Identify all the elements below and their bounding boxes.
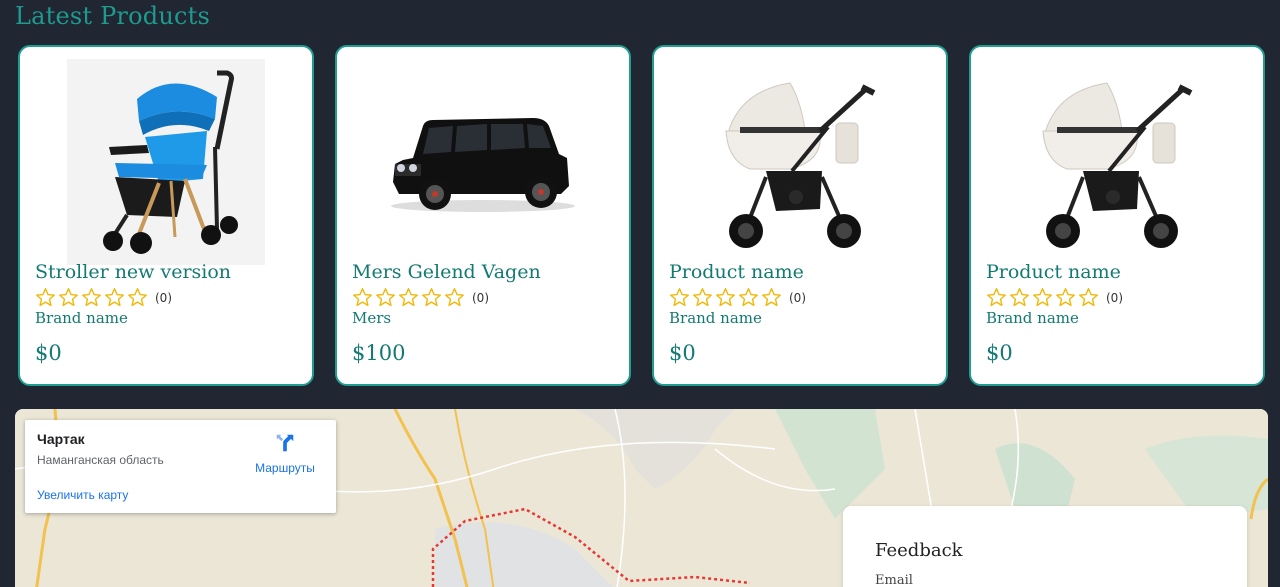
product-list: Stroller new version (0) Brand name $0 M… [18,45,1266,386]
product-price: $0 [986,341,1013,365]
star-icon [987,288,1006,307]
star-icon [1079,288,1098,307]
star-icon [376,288,395,307]
star-icon [105,288,124,307]
product-brand: Mers [352,309,392,327]
star-icon [1010,288,1029,307]
product-rating: (0) [669,287,806,308]
star-icon [445,288,464,307]
rating-count: (0) [155,290,172,305]
product-brand: Brand name [669,309,762,327]
star-icon [353,288,372,307]
directions-icon [276,434,294,452]
product-name[interactable]: Stroller new version [35,261,231,283]
pram-white-image [654,59,946,265]
product-brand: Brand name [35,309,128,327]
star-icon [762,288,781,307]
star-icon [693,288,712,307]
feedback-title: Feedback [875,540,963,561]
rating-count: (0) [1106,290,1123,305]
product-name[interactable]: Mers Gelend Vagen [352,261,541,283]
product-price: $0 [669,341,696,365]
product-brand: Brand name [986,309,1079,327]
product-rating: (0) [35,287,172,308]
directions-button[interactable]: Маршруты [245,432,325,475]
enlarge-map-link[interactable]: Увеличить карту [37,488,128,502]
product-rating: (0) [986,287,1123,308]
stroller-blue-image [20,59,312,265]
feedback-email-label: Email [875,573,913,587]
map-place-region: Наманганская область [37,453,164,467]
section-title: Latest Products [15,2,210,30]
star-icon [739,288,758,307]
product-card[interactable]: Product name (0) Brand name $0 [969,45,1265,386]
star-icon [716,288,735,307]
star-icon [1056,288,1075,307]
star-icon [1033,288,1052,307]
embedded-map[interactable]: Чартак Наманганская область Увеличить ка… [15,409,1268,587]
product-card[interactable]: Product name (0) Brand name $0 [652,45,948,386]
directions-label: Маршруты [255,461,315,475]
star-icon [422,288,441,307]
map-place-card: Чартак Наманганская область Увеличить ка… [25,420,336,513]
pram-white-image [971,59,1263,265]
star-icon [399,288,418,307]
star-icon [670,288,689,307]
star-icon [59,288,78,307]
product-card[interactable]: Stroller new version (0) Brand name $0 [18,45,314,386]
product-name[interactable]: Product name [669,261,804,283]
black-suv-image [337,59,629,265]
map-place-name: Чартак [37,431,85,447]
product-name[interactable]: Product name [986,261,1121,283]
rating-count: (0) [789,290,806,305]
product-card[interactable]: Mers Gelend Vagen (0) Mers $100 [335,45,631,386]
star-icon [82,288,101,307]
product-rating: (0) [352,287,489,308]
product-price: $0 [35,341,62,365]
star-icon [36,288,55,307]
star-icon [128,288,147,307]
rating-count: (0) [472,290,489,305]
product-price: $100 [352,341,406,365]
feedback-panel: Feedback Email [843,506,1247,587]
